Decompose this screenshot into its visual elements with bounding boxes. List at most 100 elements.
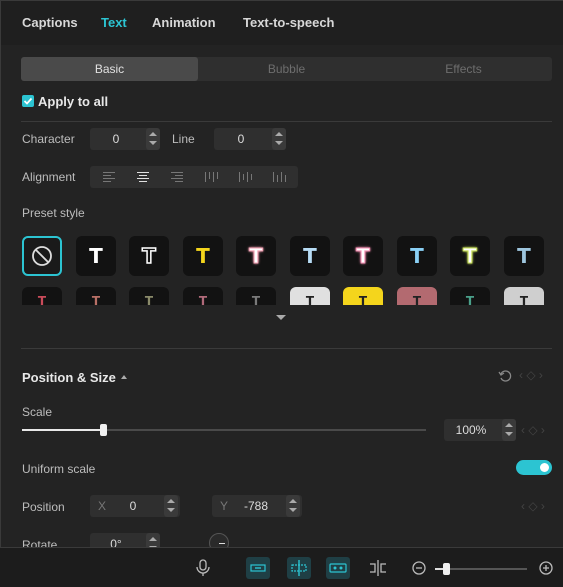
preset-style-glyph: T [249,244,264,269]
preset-style-glyph: T [410,244,424,268]
no-style-icon [32,246,52,266]
preset-style-glyph: T [465,294,475,305]
apply-all-checkbox[interactable] [22,95,34,107]
preset-style-tile[interactable]: T [450,287,490,305]
link-track-icon[interactable] [326,557,350,579]
scale-value: 100% [455,423,487,437]
tab-bar: Captions Text Animation Text-to-speech [1,1,563,45]
position-keyframe-icon[interactable]: ‹ ◇ › [521,499,545,513]
preset-style-tile[interactable]: T [290,287,330,305]
preset-style-glyph: T [89,244,103,268]
position-y-spinner[interactable] [286,495,300,517]
preset-style-tile[interactable]: T [236,236,276,276]
y-prefix: Y [220,499,229,513]
preset-style-tile[interactable]: T [343,236,383,276]
preset-style-glyph: T [196,244,210,268]
preset-style-tile[interactable] [22,236,62,276]
divider [21,348,552,349]
preset-style-tile[interactable]: T [129,287,169,305]
vertical-align-middle-icon[interactable] [228,166,262,188]
preset-style-tile[interactable]: T [290,236,330,276]
segment-basic[interactable]: Basic [21,57,198,81]
position-size-heading: Position & Size [22,370,116,385]
position-x-spinner[interactable] [164,495,178,517]
vertical-align-bottom-icon[interactable] [262,166,296,188]
split-screen-icon[interactable] [367,558,389,578]
uniform-scale-label: Uniform scale [22,462,96,476]
tab-text-to-speech[interactable]: Text-to-speech [243,15,335,30]
preset-style-tile[interactable]: T [397,236,437,276]
rotate-dial-icon[interactable] [209,533,229,547]
rotate-input[interactable]: 0° [90,533,160,547]
preset-style-glyph: T [519,294,529,305]
preset-style-glyph: T [251,294,261,305]
rotate-label: Rotate [22,538,58,548]
reset-icon[interactable] [498,369,512,383]
alignment-group [90,166,298,188]
expand-presets-icon[interactable] [276,315,286,320]
line-spacing-input[interactable]: 0 [214,128,286,150]
scale-input[interactable]: 100% [444,419,516,441]
align-left-icon[interactable] [92,166,126,188]
preset-style-tile[interactable]: T [343,287,383,305]
preset-style-glyph: T [463,244,478,269]
vertical-align-top-icon[interactable] [194,166,228,188]
preset-style-label: Preset style [22,206,85,220]
position-y-value: -788 [243,499,269,513]
preset-style-tile[interactable]: T [183,287,223,305]
microphone-icon[interactable] [192,558,214,578]
character-spinner[interactable] [146,128,160,150]
checkmark-icon [23,97,33,105]
preset-style-glyph: T [305,294,315,305]
position-x-value: 0 [129,499,137,513]
preset-style-glyph: T [356,244,371,269]
segment-bubble[interactable]: Bubble [198,57,375,81]
preset-style-tile[interactable]: T [504,287,544,305]
scale-slider-fill [22,429,103,431]
link-clip-icon[interactable] [246,557,270,579]
zoom-slider-thumb[interactable] [443,563,450,575]
preset-style-tile[interactable]: T [183,236,223,276]
apply-all-label: Apply to all [38,94,109,109]
segment-effects[interactable]: Effects [375,57,552,81]
scale-label: Scale [22,405,53,419]
preset-style-tile[interactable]: T [450,236,490,276]
scale-spinner[interactable] [502,419,516,441]
preset-style-tile[interactable]: T [76,287,116,305]
x-prefix: X [98,499,107,513]
collapse-icon[interactable] [121,375,127,379]
preset-style-tile[interactable]: T [236,287,276,305]
align-center-icon[interactable] [126,166,160,188]
preset-style-glyph: T [91,294,101,305]
preset-style-tile[interactable]: T [504,236,544,276]
preset-style-tile[interactable]: T [129,236,169,276]
bottom-toolbar [0,548,563,587]
line-spinner[interactable] [272,128,286,150]
position-x-input[interactable]: X 0 [90,495,180,517]
character-label: Character [22,132,75,146]
position-label: Position [22,500,65,514]
preset-style-glyph: T [303,244,317,268]
align-right-icon[interactable] [160,166,194,188]
tab-animation[interactable]: Animation [152,15,216,30]
scale-keyframe-icon[interactable]: ‹ ◇ › [521,423,545,437]
line-spacing-value: 0 [237,132,245,146]
style-segmented-control: Basic Bubble Effects [21,57,552,81]
position-y-input[interactable]: Y -788 [212,495,302,517]
keyframe-nav-icon[interactable]: ‹ ◇ › [519,368,543,382]
tab-text[interactable]: Text [101,15,127,30]
split-clip-icon[interactable] [287,557,311,579]
scale-slider-thumb[interactable] [100,424,107,436]
preset-style-tile[interactable]: T [76,236,116,276]
preset-style-glyph: T [517,244,531,268]
preset-style-glyph: T [358,294,368,305]
character-spacing-input[interactable]: 0 [90,128,160,150]
preset-style-glyph: T [37,294,47,305]
zoom-in-icon[interactable] [536,558,558,578]
preset-style-tile[interactable]: T [22,287,62,305]
preset-style-tile[interactable]: T [397,287,437,305]
uniform-scale-toggle[interactable] [516,460,552,475]
tab-captions[interactable]: Captions [22,15,78,30]
rotate-spinner[interactable] [146,533,160,547]
zoom-out-icon[interactable] [409,558,431,578]
